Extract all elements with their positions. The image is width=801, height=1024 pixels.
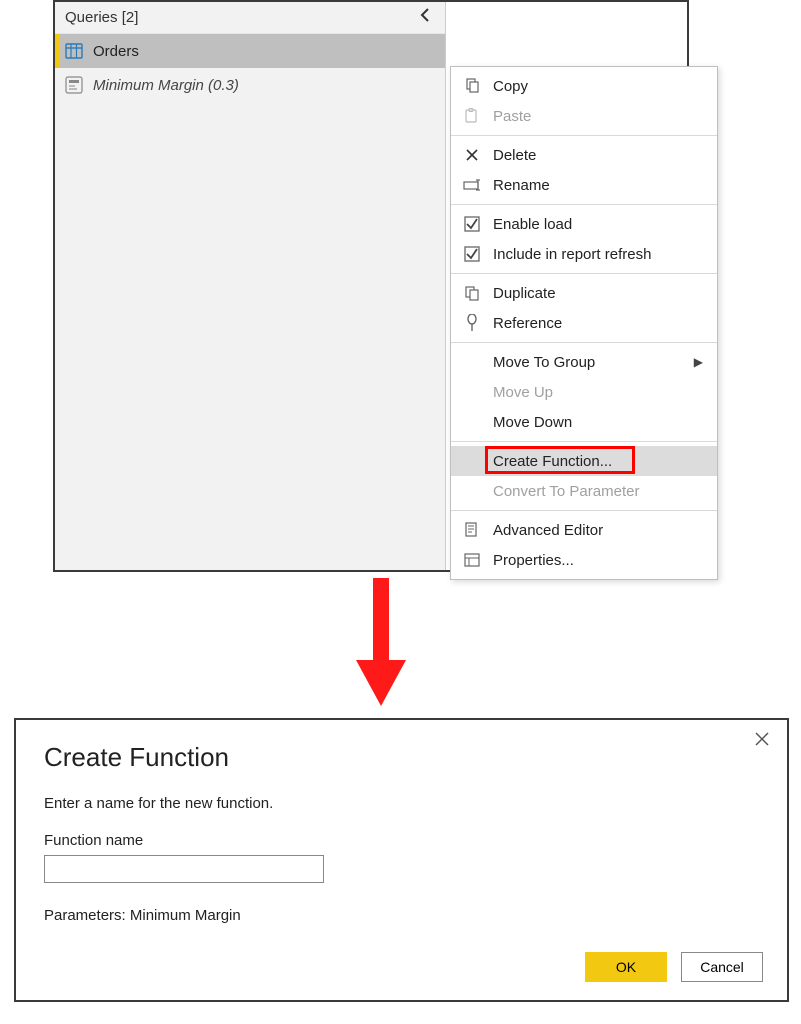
- menu-item-label: Properties...: [493, 552, 703, 569]
- queries-header: Queries [2]: [55, 2, 445, 34]
- blank-icon: [461, 352, 483, 372]
- blank-icon: [461, 412, 483, 432]
- reference-icon: [461, 313, 483, 333]
- parameter-icon: [65, 76, 83, 94]
- menu-item-label: Advanced Editor: [493, 522, 703, 539]
- chevron-right-icon: ▶: [694, 355, 703, 369]
- query-item-orders[interactable]: Orders: [55, 34, 445, 68]
- menu-item-label: Duplicate: [493, 285, 703, 302]
- menu-item-properties[interactable]: Properties...: [451, 545, 717, 575]
- menu-separator: [451, 342, 717, 343]
- menu-item-label: Delete: [493, 147, 703, 164]
- dialog-prompt: Enter a name for the new function.: [44, 795, 759, 812]
- arrow-down-annotation: [356, 578, 406, 706]
- blank-icon: [461, 382, 483, 402]
- menu-item-copy[interactable]: Copy: [451, 71, 717, 101]
- menu-item-label: Convert To Parameter: [493, 483, 703, 500]
- copy-icon: [461, 76, 483, 96]
- menu-item-move-up: Move Up: [451, 377, 717, 407]
- menu-item-label: Move Up: [493, 384, 703, 401]
- collapse-pane-button[interactable]: [415, 8, 435, 27]
- menu-item-convert-parameter: Convert To Parameter: [451, 476, 717, 506]
- chevron-left-icon: [419, 8, 431, 22]
- menu-separator: [451, 441, 717, 442]
- create-function-dialog: Create Function Enter a name for the new…: [14, 718, 789, 1002]
- menu-item-label: Create Function...: [493, 453, 703, 470]
- menu-item-create-function[interactable]: Create Function...: [451, 446, 717, 476]
- query-context-menu: Copy Paste Delete Rename: [450, 66, 718, 580]
- menu-item-move-down[interactable]: Move Down: [451, 407, 717, 437]
- rename-icon: [461, 175, 483, 195]
- paste-icon: [461, 106, 483, 126]
- menu-separator: [451, 135, 717, 136]
- menu-item-label: Move To Group: [493, 354, 694, 371]
- menu-item-advanced-editor[interactable]: Advanced Editor: [451, 515, 717, 545]
- menu-item-enable-load[interactable]: Enable load: [451, 209, 717, 239]
- menu-item-label: Move Down: [493, 414, 703, 431]
- menu-item-delete[interactable]: Delete: [451, 140, 717, 170]
- cancel-button[interactable]: Cancel: [681, 952, 763, 982]
- menu-item-label: Reference: [493, 315, 703, 332]
- menu-item-paste: Paste: [451, 101, 717, 131]
- parameters-line: Parameters: Minimum Margin: [44, 907, 759, 924]
- table-icon: [65, 42, 83, 60]
- menu-item-rename[interactable]: Rename: [451, 170, 717, 200]
- close-button[interactable]: [749, 728, 775, 753]
- menu-separator: [451, 510, 717, 511]
- blank-icon: [461, 481, 483, 501]
- function-name-label: Function name: [44, 832, 759, 849]
- menu-item-label: Rename: [493, 177, 703, 194]
- delete-icon: [461, 145, 483, 165]
- duplicate-icon: [461, 283, 483, 303]
- menu-item-label: Enable load: [493, 216, 703, 233]
- query-item-label: Minimum Margin (0.3): [93, 77, 239, 94]
- menu-separator: [451, 204, 717, 205]
- queries-panel-window: Queries [2] Orders Minimum Margin (0.3) …: [53, 0, 689, 572]
- menu-item-label: Include in report refresh: [493, 246, 703, 263]
- blank-icon: [461, 451, 483, 471]
- menu-item-label: Paste: [493, 108, 703, 125]
- query-item-label: Orders: [93, 43, 139, 60]
- button-label: OK: [616, 959, 636, 975]
- menu-item-include-refresh[interactable]: Include in report refresh: [451, 239, 717, 269]
- button-label: Cancel: [700, 959, 744, 975]
- properties-icon: [461, 550, 483, 570]
- editor-icon: [461, 520, 483, 540]
- checkbox-checked-icon: [461, 214, 483, 234]
- queries-title: Queries [2]: [65, 9, 138, 26]
- function-name-input[interactable]: [44, 855, 324, 883]
- ok-button[interactable]: OK: [585, 952, 667, 982]
- query-item-minimum-margin[interactable]: Minimum Margin (0.3): [55, 68, 445, 102]
- checkbox-checked-icon: [461, 244, 483, 264]
- close-icon: [755, 732, 769, 746]
- menu-item-reference[interactable]: Reference: [451, 308, 717, 338]
- menu-item-label: Copy: [493, 78, 703, 95]
- menu-item-duplicate[interactable]: Duplicate: [451, 278, 717, 308]
- queries-pane: Queries [2] Orders Minimum Margin (0.3): [55, 2, 446, 570]
- menu-separator: [451, 273, 717, 274]
- menu-item-move-to-group[interactable]: Move To Group ▶: [451, 347, 717, 377]
- dialog-title: Create Function: [44, 742, 759, 773]
- dialog-button-row: OK Cancel: [585, 952, 763, 982]
